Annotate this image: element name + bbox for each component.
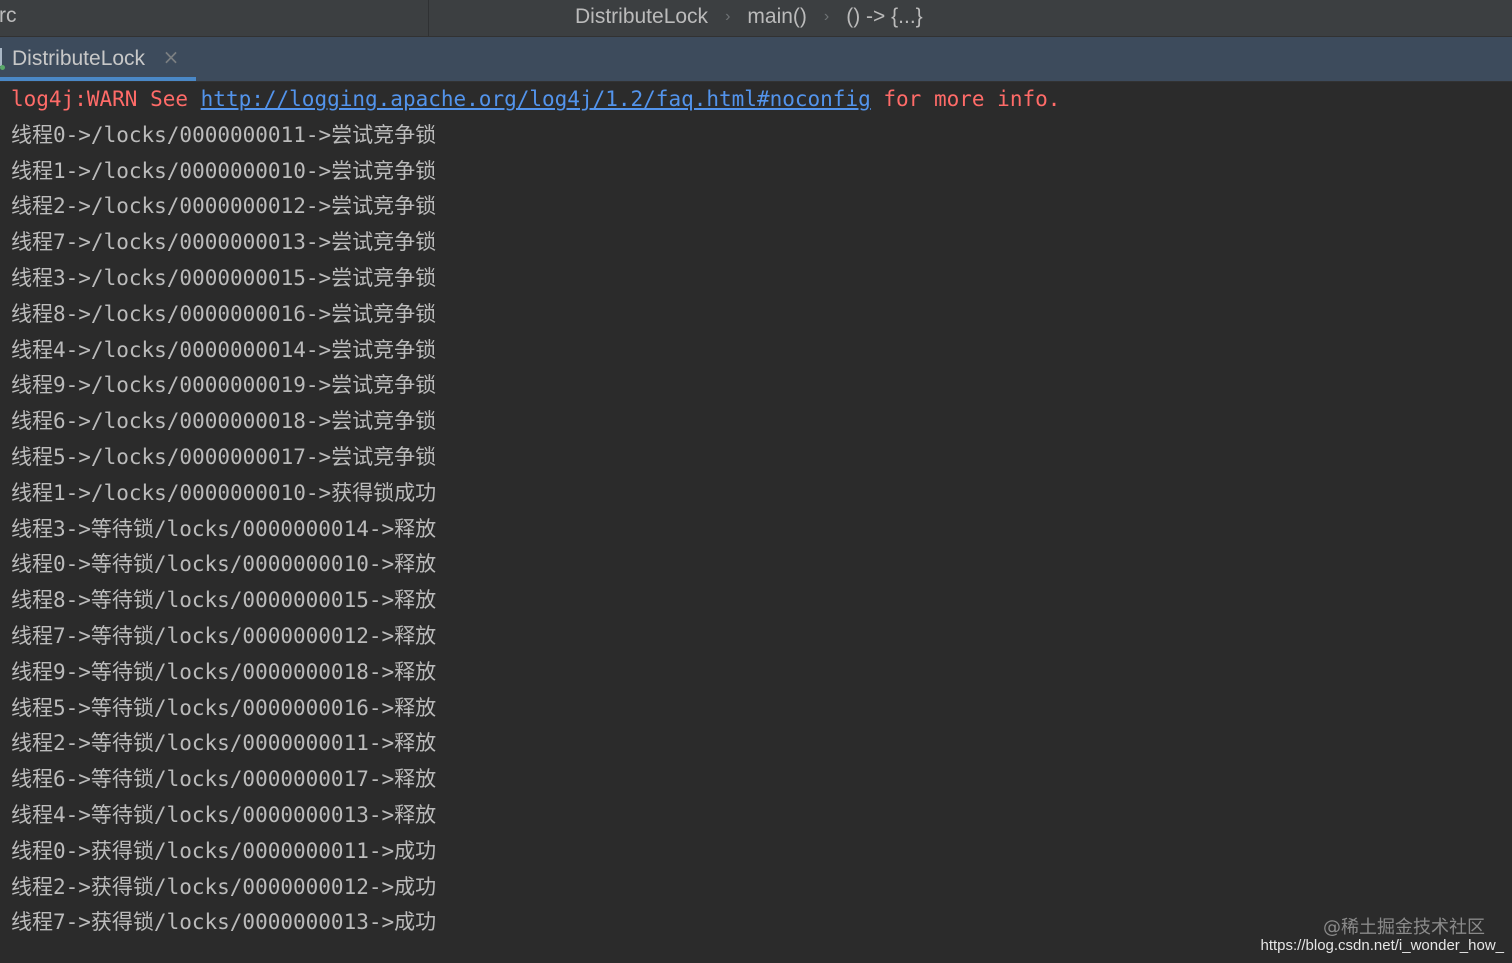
breadcrumb-class[interactable]: DistributeLock [575,5,708,29]
breadcrumb-method[interactable]: main() [747,5,807,29]
run-tab-distributelock[interactable]: DistributeLock × [0,37,196,81]
warning-suffix: for more info. [870,87,1061,111]
project-path-fragment[interactable]: rc [0,0,429,36]
console-line: 线程5->/locks/0000000017->尝试竞争锁 [11,444,437,469]
console-line: 线程4->/locks/0000000014->尝试竞争锁 [11,337,437,362]
console-line: 线程0->/locks/0000000011->尝试竞争锁 [11,122,437,147]
console-output[interactable]: log4j:WARN See http://logging.apache.org… [0,82,1512,963]
breadcrumb-separator-icon: › [725,8,731,25]
project-path-label: rc [0,4,17,27]
console-line: 线程0->等待锁/locks/0000000010->释放 [11,552,437,577]
watermark-site: @稀土掘金技术社区 [1323,917,1485,938]
console-line: 线程5->等待锁/locks/0000000016->释放 [11,695,437,720]
navigation-bar: rc DistributeLock › main() › () -> {...} [0,0,1512,37]
console-line: 线程4->等待锁/locks/0000000013->释放 [11,802,437,827]
run-status-icon [0,48,5,70]
breadcrumb-lambda[interactable]: () -> {...} [846,5,922,29]
log4j-faq-link[interactable]: http://logging.apache.org/log4j/1.2/faq.… [201,87,871,111]
console-line: 线程0->获得锁/locks/0000000011->成功 [11,838,437,863]
close-icon[interactable]: × [162,47,180,67]
run-tab-label: DistributeLock [12,47,146,70]
console-line: 线程3->/locks/0000000015->尝试竞争锁 [11,265,437,290]
console-line: 线程9->/locks/0000000019->尝试竞争锁 [11,373,437,398]
console-line: 线程2->等待锁/locks/0000000011->释放 [11,731,437,756]
console-line: 线程1->/locks/0000000010->尝试竞争锁 [11,158,437,183]
console-lines: log4j:WARN See http://logging.apache.org… [11,82,1060,941]
console-line: 线程8->等待锁/locks/0000000015->释放 [11,588,437,613]
console-line: 线程7->/locks/0000000013->尝试竞争锁 [11,230,437,255]
log4j-warning-line: log4j:WARN See http://logging.apache.org… [11,82,1060,118]
console-line: 线程7->等待锁/locks/0000000012->释放 [11,623,437,648]
console-line: 线程2->获得锁/locks/0000000012->成功 [11,874,437,899]
breadcrumb: DistributeLock › main() › () -> {...} [575,2,923,32]
watermark-url: https://blog.csdn.net/i_wonder_how_ [1260,937,1505,954]
run-tool-window-tabs: DistributeLock × [0,37,1512,82]
warning-prefix: log4j:WARN See [11,87,201,111]
breadcrumb-separator-icon: › [823,8,830,25]
console-line: 线程1->/locks/0000000010->获得锁成功 [11,480,437,505]
console-line: 线程8->/locks/0000000016->尝试竞争锁 [11,301,437,326]
console-line: 线程7->获得锁/locks/0000000013->成功 [11,910,437,935]
console-line: 线程6->/locks/0000000018->尝试竞争锁 [11,409,437,434]
active-tab-indicator [0,77,196,81]
console-line: 线程9->等待锁/locks/0000000018->释放 [11,659,437,684]
console-line: 线程3->等待锁/locks/0000000014->释放 [11,516,437,541]
console-line: 线程2->/locks/0000000012->尝试竞争锁 [11,194,437,219]
console-line: 线程6->等待锁/locks/0000000017->释放 [11,767,437,792]
